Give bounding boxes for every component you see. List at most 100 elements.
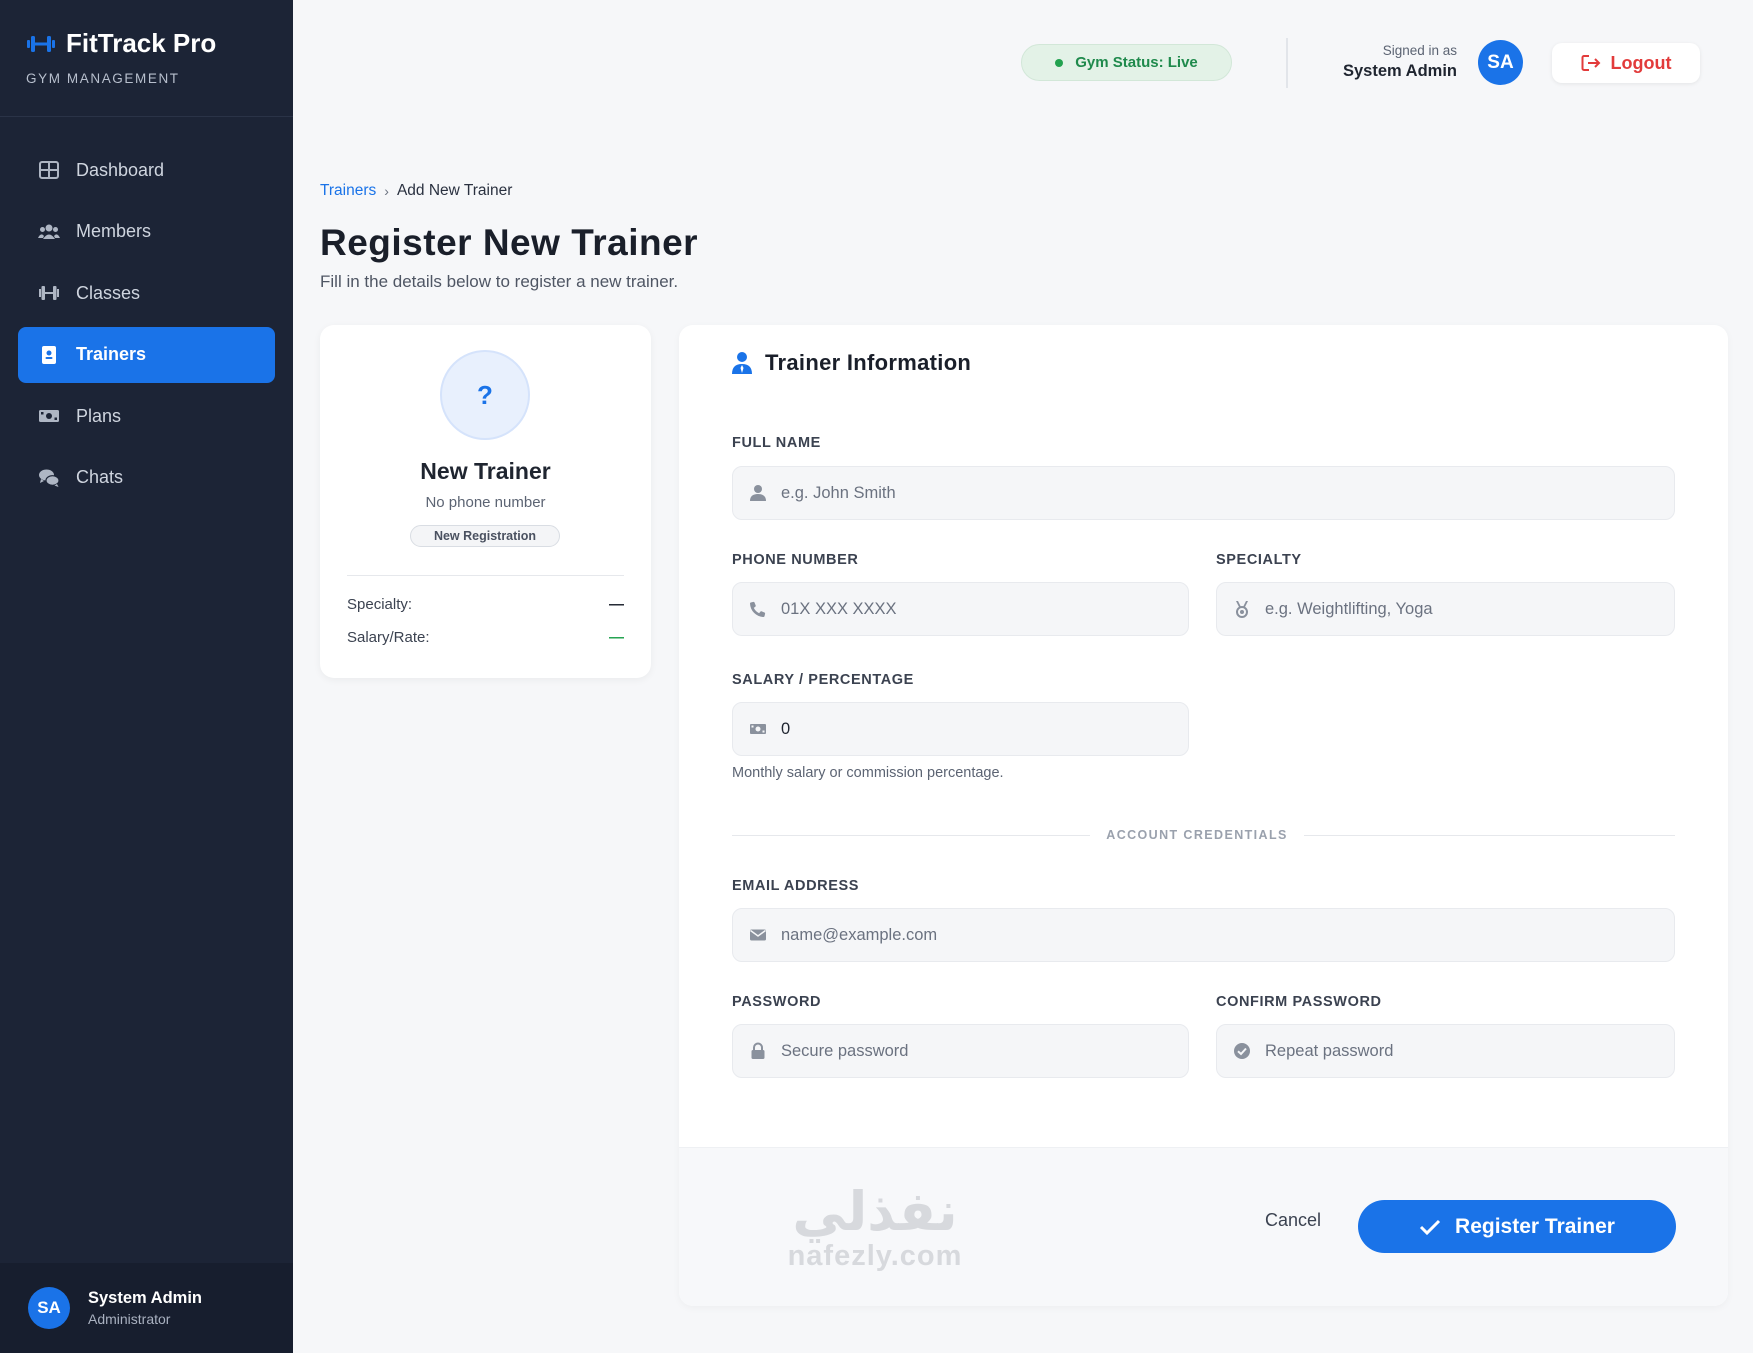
dumbbell-icon — [39, 286, 59, 300]
check-icon — [1419, 1219, 1441, 1235]
lock-icon — [751, 1042, 765, 1059]
sidebar-item-label: Chats — [76, 467, 124, 487]
sidebar-item-label: Members — [76, 221, 152, 241]
avatar: SA — [28, 1287, 70, 1329]
password-field[interactable] — [732, 1024, 1189, 1078]
salary-helper-text: Monthly salary or commission percentage. — [732, 765, 1004, 781]
email-field[interactable] — [732, 908, 1675, 962]
sidebar-user-name: System Admin — [88, 1289, 203, 1307]
preview-phone: No phone number — [425, 494, 546, 511]
phone-icon — [749, 601, 766, 618]
sidebar-item-trainers[interactable]: Trainers — [18, 326, 275, 383]
cancel-button[interactable]: Cancel — [1265, 1210, 1321, 1231]
credentials-section-label: ACCOUNT CREDENTIALS — [1106, 828, 1288, 842]
form-heading-text: Trainer Information — [765, 350, 972, 375]
user-icon — [750, 485, 766, 501]
sidebar-item-dashboard[interactable]: Dashboard — [18, 142, 275, 198]
sidebar-user-role: Administrator — [88, 1311, 171, 1327]
breadcrumb: Trainers › Add New Trainer — [320, 182, 512, 200]
brand-row: FitTrack Pro — [26, 28, 216, 59]
specialty-label: SPECIALTY — [1216, 552, 1302, 568]
watermark-logo-arabic: نفذلي — [792, 1182, 958, 1242]
register-trainer-label: Register Trainer — [1455, 1214, 1615, 1238]
breadcrumb-current: Add New Trainer — [396, 182, 513, 199]
status-text: Gym Status: Live — [1075, 54, 1198, 71]
breadcrumb-link-trainers[interactable]: Trainers — [320, 182, 376, 200]
specialty-input[interactable] — [1265, 599, 1674, 619]
envelope-icon — [750, 929, 766, 941]
sidebar-item-chats[interactable]: Chats — [18, 450, 275, 506]
sidebar-nav: Dashboard Members Classes Trainers Plans… — [18, 142, 275, 511]
page-subtitle: Fill in the details below to register a … — [320, 272, 679, 291]
sidebar: FitTrack Pro GYM MANAGEMENT Dashboard Me… — [0, 0, 293, 1353]
users-icon — [38, 224, 60, 239]
money-icon — [39, 410, 59, 422]
preview-name: New Trainer — [420, 458, 551, 484]
brand-title: FitTrack Pro — [66, 28, 217, 58]
preview-salary-label: Salary/Rate: — [347, 629, 430, 646]
chevron-right-icon: › — [384, 183, 389, 199]
email-input[interactable] — [781, 925, 1674, 945]
salary-label: SALARY / PERCENTAGE — [732, 672, 914, 688]
preview-salary-value: — — [609, 629, 624, 646]
money-icon — [750, 724, 766, 734]
preview-status-badge: New Registration — [410, 525, 560, 547]
signed-in-info: Signed in as System Admin — [1300, 43, 1457, 81]
status-badge: Gym Status: Live — [1021, 44, 1232, 81]
salary-input[interactable] — [781, 719, 1188, 739]
preview-specialty-value: — — [609, 596, 624, 613]
signed-in-name: System Admin — [1342, 62, 1457, 80]
medal-icon — [1236, 601, 1248, 618]
full-name-field[interactable] — [732, 466, 1675, 520]
grid-icon — [39, 161, 59, 179]
signed-in-label: Signed in as — [1382, 43, 1457, 58]
preview-avatar: ? — [440, 350, 530, 440]
sidebar-divider — [0, 116, 293, 117]
page-title: Register New Trainer — [320, 222, 699, 263]
sidebar-item-plans[interactable]: Plans — [18, 388, 275, 444]
sidebar-user[interactable]: SA System Admin Administrator — [0, 1263, 293, 1353]
full-name-input[interactable] — [781, 483, 1674, 503]
check-circle-icon — [1234, 1043, 1250, 1059]
phone-label: PHONE NUMBER — [732, 552, 859, 568]
header-divider — [1286, 38, 1288, 88]
email-label: EMAIL ADDRESS — [732, 878, 860, 894]
logout-button[interactable]: Logout — [1552, 43, 1700, 83]
sidebar-user-info: System Admin Administrator — [88, 1289, 202, 1327]
watermark-logo-latin: nafezly.com — [787, 1240, 963, 1272]
sidebar-item-label: Classes — [76, 282, 141, 303]
logout-icon — [1581, 55, 1600, 71]
brand: FitTrack Pro GYM MANAGEMENT — [26, 28, 216, 86]
brand-subtitle: GYM MANAGEMENT — [26, 71, 180, 86]
trainer-preview-card: ? New Trainer No phone number New Regist… — [320, 325, 651, 678]
id-badge-icon — [42, 345, 56, 364]
credentials-divider-left — [732, 835, 1090, 836]
form-heading: Trainer Information — [731, 350, 971, 376]
trainer-form-card: Trainer Information FULL NAME PHONE NUMB… — [679, 325, 1728, 1306]
preview-specialty-label: Specialty: — [347, 596, 413, 613]
dumbbell-logo-icon — [27, 35, 55, 52]
password-label: PASSWORD — [732, 994, 822, 1010]
preview-salary-row: Salary/Rate: — — [347, 629, 624, 646]
status-dot-icon — [1055, 58, 1064, 67]
preview-specialty-row: Specialty: — — [347, 596, 624, 613]
password-input[interactable] — [781, 1041, 1188, 1061]
salary-field[interactable] — [732, 702, 1189, 756]
phone-input[interactable] — [781, 599, 1188, 619]
avatar[interactable]: SA — [1478, 40, 1523, 85]
specialty-field[interactable] — [1216, 582, 1675, 636]
confirm-password-label: CONFIRM PASSWORD — [1216, 994, 1382, 1010]
sidebar-item-members[interactable]: Members — [18, 204, 275, 260]
logout-label: Logout — [1610, 52, 1672, 73]
register-trainer-button[interactable]: Register Trainer — [1358, 1200, 1676, 1253]
sidebar-item-label: Dashboard — [76, 159, 165, 180]
credentials-divider-right — [1304, 835, 1675, 836]
confirm-password-input[interactable] — [1265, 1041, 1674, 1061]
full-name-label: FULL NAME — [732, 435, 821, 451]
comments-icon — [39, 469, 60, 487]
sidebar-item-classes[interactable]: Classes — [18, 265, 275, 321]
phone-field[interactable] — [732, 582, 1189, 636]
confirm-password-field[interactable] — [1216, 1024, 1675, 1078]
user-tie-icon — [732, 352, 752, 374]
preview-divider — [347, 575, 624, 576]
